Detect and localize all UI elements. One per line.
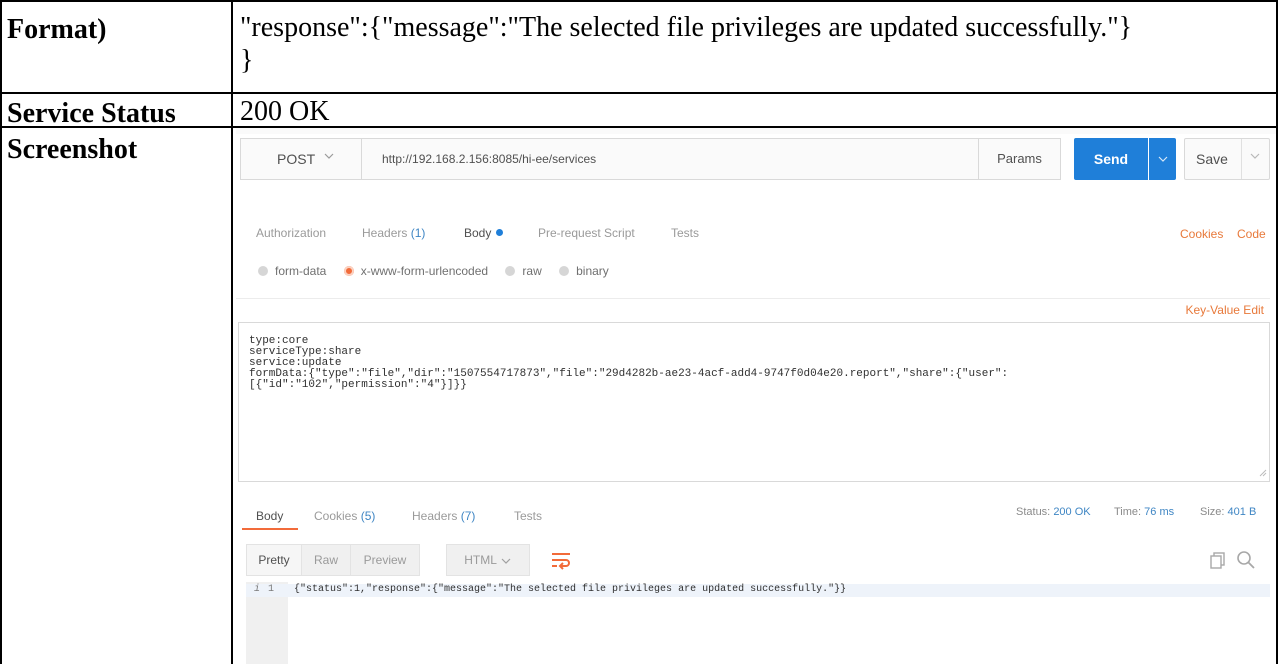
info-marker-icon: i (254, 584, 261, 595)
request-body-editor[interactable]: type:core serviceType:share service:upda… (238, 322, 1270, 482)
format-label: HTML (464, 553, 497, 567)
view-pretty-button[interactable]: Pretty (246, 544, 302, 576)
radio-label: raw (522, 264, 542, 278)
format-value-line: "response":{"message":"The selected file… (240, 12, 1133, 43)
row-label-screenshot: Screenshot (7, 134, 138, 165)
response-code-line: {"status":1,"response":{"message":"The s… (294, 584, 847, 595)
table-border-top (0, 0, 1278, 2)
radio-form-data[interactable]: form-data (258, 264, 326, 278)
method-select[interactable]: POST (240, 138, 362, 180)
row-value-format: "response":{"message":"The selected file… (240, 11, 1132, 77)
search-icon[interactable] (1236, 550, 1256, 575)
modified-dot-icon (496, 229, 504, 237)
send-options-button[interactable] (1149, 138, 1176, 180)
radio-icon (258, 265, 268, 276)
row-label-service-status: Service Status (7, 98, 176, 129)
tab-headers-count: (1) (410, 226, 426, 240)
tab-pre-request-script[interactable]: Pre-request Script (538, 226, 635, 240)
row-value-service-status: 200 OK (240, 96, 330, 127)
url-input[interactable]: http://192.168.2.156:8085/hi-ee/services (362, 138, 979, 180)
radio-raw[interactable]: raw (505, 264, 542, 278)
method-label: POST (277, 151, 316, 167)
chevron-down-icon (500, 553, 512, 567)
response-tab-cookies-label: Cookies (314, 509, 358, 523)
response-tab-cookies[interactable]: Cookies (5) (314, 509, 375, 523)
size-value: 401 B (1227, 506, 1257, 518)
row-label-format: Format) (7, 14, 107, 45)
resize-handle-icon[interactable] (1259, 469, 1267, 479)
time-label: Time: (1114, 506, 1142, 518)
code-link[interactable]: Code (1237, 227, 1266, 241)
chevron-down-icon (1157, 151, 1169, 165)
tab-authorization[interactable]: Authorization (256, 226, 326, 240)
request-body-text: type:core serviceType:share service:upda… (249, 335, 1009, 391)
response-toolbar: Pretty Raw Preview HTML (246, 544, 1270, 578)
table-border-left (0, 0, 2, 664)
size-label: Size: (1200, 506, 1225, 518)
response-status: Status: 200 OK (1016, 506, 1091, 518)
response-tab-headers-label: Headers (412, 509, 458, 523)
response-tab-tests[interactable]: Tests (514, 509, 542, 523)
table-column-divider (231, 0, 233, 664)
chevron-down-icon[interactable] (1249, 150, 1261, 165)
send-button[interactable]: Send (1074, 138, 1148, 180)
response-tab-headers-count: (7) (460, 509, 476, 523)
tab-headers[interactable]: Headers (1) (362, 226, 425, 240)
save-divider (1241, 139, 1242, 179)
response-tab-cookies-count: (5) (360, 509, 376, 523)
postman-screenshot: POST http://192.168.2.156:8085/hi-ee/ser… (236, 128, 1276, 664)
key-value-edit-link[interactable]: Key-Value Edit (1186, 303, 1265, 317)
format-value-continuation: } (240, 45, 254, 76)
tab-body-label: Body (464, 226, 492, 240)
view-raw-button[interactable]: Raw (301, 544, 351, 576)
wrap-lines-icon[interactable] (550, 550, 572, 575)
line-number: 1 (268, 584, 275, 595)
response-tab-headers[interactable]: Headers (7) (412, 509, 475, 523)
time-value: 76 ms (1144, 506, 1175, 518)
response-tab-body[interactable]: Body (256, 509, 283, 523)
radio-icon (505, 265, 516, 276)
body-editor-toolbar: Key-Value Edit (236, 298, 1270, 323)
save-label: Save (1196, 151, 1228, 167)
window-top-strip (236, 128, 1276, 134)
tab-headers-label: Headers (362, 226, 408, 240)
status-label: Status: (1016, 506, 1051, 518)
active-tab-underline (242, 528, 298, 530)
radio-x-www-form-urlencoded[interactable]: x-www-form-urlencoded (343, 264, 489, 278)
status-value: 200 OK (1053, 506, 1091, 518)
radio-icon (559, 265, 570, 276)
table-border-right (1276, 0, 1278, 664)
radio-label: form-data (275, 264, 327, 278)
chevron-down-icon (323, 150, 335, 165)
radio-binary[interactable]: binary (559, 264, 609, 278)
format-select[interactable]: HTML (446, 544, 530, 576)
radio-label: x-www-form-urlencoded (360, 264, 489, 278)
response-time: Time: 76 ms (1114, 506, 1174, 518)
radio-label: binary (576, 264, 609, 278)
tab-body[interactable]: Body (464, 226, 504, 240)
cookies-link[interactable]: Cookies (1180, 227, 1223, 241)
table-row-divider (0, 92, 1278, 94)
body-type-radios: form-data x-www-form-urlencoded raw bina… (258, 264, 623, 278)
view-preview-button[interactable]: Preview (350, 544, 420, 576)
save-button[interactable]: Save (1184, 138, 1270, 180)
radio-icon (343, 265, 354, 276)
copy-icon[interactable] (1210, 552, 1226, 575)
response-body-editor[interactable]: i 1 {"status":1,"response":{"message":"T… (246, 582, 1270, 664)
params-button[interactable]: Params (979, 138, 1061, 180)
url-text: http://192.168.2.156:8085/hi-ee/services (382, 152, 597, 166)
tab-tests[interactable]: Tests (671, 226, 699, 240)
response-size: Size: 401 B (1200, 506, 1256, 518)
